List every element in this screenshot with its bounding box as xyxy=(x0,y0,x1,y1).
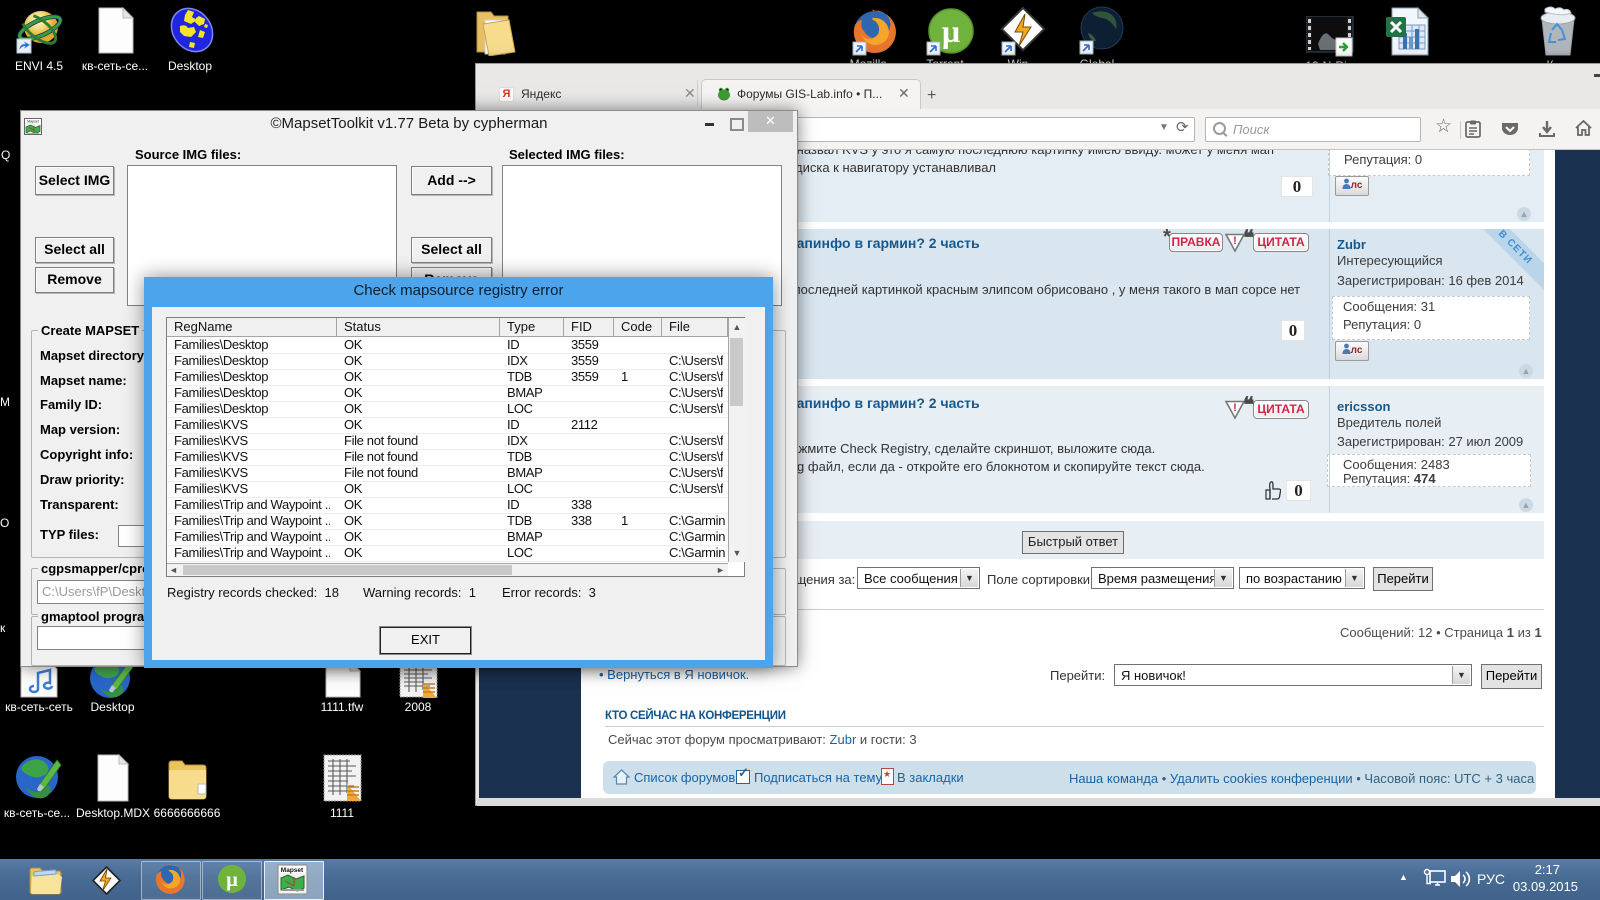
svg-text:Mapset: Mapset xyxy=(281,867,304,874)
svg-text:!: ! xyxy=(1233,235,1237,247)
svg-text:µ: µ xyxy=(226,869,238,891)
svg-text:µ: µ xyxy=(942,13,960,49)
svg-text:!: ! xyxy=(1233,402,1237,414)
